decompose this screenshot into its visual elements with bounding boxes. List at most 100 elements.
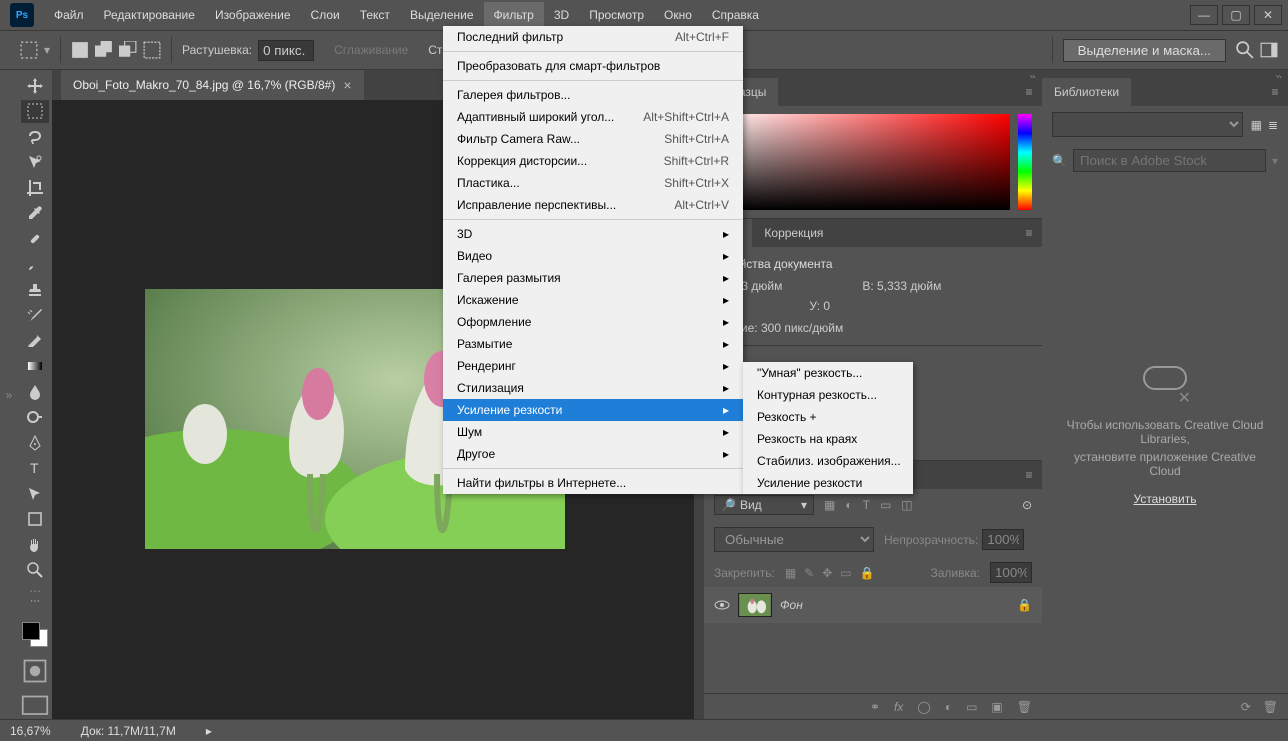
delete-icon[interactable]: 🗑 [1263, 700, 1278, 714]
menu-find-filters-online[interactable]: Найти фильтры в Интернете... [443, 472, 743, 494]
libraries-tab[interactable]: Библиотеки [1042, 78, 1131, 106]
menu-smart-convert[interactable]: Преобразовать для смарт-фильтров [443, 55, 743, 77]
list-view-icon[interactable]: ≣ [1268, 118, 1278, 132]
lock-all-icon[interactable]: 🔒 [860, 566, 875, 580]
quick-mask-icon[interactable] [21, 659, 49, 683]
window-maximize-button[interactable]: ▢ [1222, 5, 1250, 25]
submenu-sharpen-edges[interactable]: Резкость на краях [743, 428, 913, 450]
hue-strip[interactable] [1018, 114, 1032, 210]
hand-tool-icon[interactable] [21, 533, 49, 557]
dodge-tool-icon[interactable] [21, 406, 49, 430]
lock-pixels-icon[interactable]: ▦ [785, 566, 796, 580]
close-tab-icon[interactable]: × [343, 77, 351, 93]
layer-fx-icon[interactable]: fx [894, 700, 903, 714]
library-search-input[interactable] [1073, 149, 1266, 172]
menu-camera-raw[interactable]: Фильтр Camera Raw...Shift+Ctrl+A [443, 128, 743, 150]
new-layer-icon[interactable]: ▣ [991, 700, 1002, 714]
menu-render-submenu[interactable]: Рендеринг▸ [443, 355, 743, 377]
menu-sharpen-submenu[interactable]: Усиление резкости▸ [443, 399, 743, 421]
panel-menu-icon[interactable]: ≡ [1016, 78, 1042, 106]
menu-image[interactable]: Изображение [205, 2, 301, 28]
lock-position-icon[interactable]: ✥ [822, 566, 832, 580]
screen-mode-icon[interactable] [21, 695, 49, 719]
menu-stylize-submenu[interactable]: Стилизация▸ [443, 377, 743, 399]
menu-edit[interactable]: Редактирование [94, 2, 205, 28]
eyedropper-tool-icon[interactable] [21, 202, 49, 226]
submenu-shake-reduction[interactable]: Стабилиз. изображения... [743, 450, 913, 472]
menu-help[interactable]: Справка [702, 2, 769, 28]
window-minimize-button[interactable]: ― [1190, 5, 1218, 25]
layer-lock-icon[interactable]: 🔒 [1017, 598, 1032, 612]
filter-toggle-icon[interactable]: ⊙ [1022, 498, 1032, 512]
path-select-tool-icon[interactable] [21, 482, 49, 506]
submenu-smart-sharpen[interactable]: "Умная" резкость... [743, 362, 913, 384]
menu-pixelate-submenu[interactable]: Оформление▸ [443, 311, 743, 333]
menu-filter[interactable]: Фильтр [484, 2, 544, 28]
filter-shape-icon[interactable]: ▭ [880, 498, 891, 512]
healing-tool-icon[interactable] [21, 227, 49, 251]
panel-menu-icon[interactable]: ≡ [1016, 219, 1042, 247]
menu-view[interactable]: Просмотр [579, 2, 654, 28]
group-icon[interactable]: ▭ [966, 700, 977, 714]
lock-brush-icon[interactable]: ✎ [804, 566, 814, 580]
opacity-input[interactable] [982, 529, 1024, 550]
menu-layers[interactable]: Слои [301, 2, 350, 28]
feather-input[interactable] [258, 40, 314, 61]
edit-toolbar-icon[interactable]: ⋯ [21, 590, 49, 614]
gradient-tool-icon[interactable] [21, 355, 49, 379]
stamp-tool-icon[interactable] [21, 278, 49, 302]
correction-tab[interactable]: Коррекция [752, 219, 835, 247]
visibility-icon[interactable] [714, 597, 730, 613]
panel-menu-icon[interactable]: ≡ [1262, 78, 1288, 106]
blur-tool-icon[interactable] [21, 380, 49, 404]
layer-kind-select[interactable]: 🔎Вид▾ [714, 495, 814, 515]
layer-name[interactable]: Фон [780, 598, 803, 612]
menu-window[interactable]: Окно [654, 2, 702, 28]
color-swatches[interactable] [22, 622, 48, 647]
menu-file[interactable]: Файл [44, 2, 94, 28]
color-field[interactable] [714, 114, 1010, 210]
workspace-icon[interactable] [1260, 41, 1278, 59]
link-layers-icon[interactable]: ⚭ [870, 700, 880, 714]
zoom-level[interactable]: 16,67% [10, 724, 51, 738]
library-select[interactable] [1052, 112, 1243, 137]
pen-tool-icon[interactable] [21, 431, 49, 455]
chevron-down-icon[interactable]: ▾ [44, 43, 50, 57]
menu-other-submenu[interactable]: Другое▸ [443, 443, 743, 465]
menu-blur-gallery-submenu[interactable]: Галерея размытия▸ [443, 267, 743, 289]
intersect-selection-icon[interactable] [143, 41, 161, 59]
menu-distort-submenu[interactable]: Искажение▸ [443, 289, 743, 311]
zoom-tool-icon[interactable] [21, 559, 49, 583]
search-icon[interactable] [1236, 41, 1254, 59]
menu-liquify[interactable]: Пластика...Shift+Ctrl+X [443, 172, 743, 194]
blend-mode-select[interactable]: Обычные [714, 527, 874, 552]
new-selection-icon[interactable] [71, 41, 89, 59]
menu-wide-angle[interactable]: Адаптивный широкий угол...Alt+Shift+Ctrl… [443, 106, 743, 128]
menu-3d[interactable]: 3D [544, 2, 579, 28]
eraser-tool-icon[interactable] [21, 329, 49, 353]
fill-input[interactable] [990, 562, 1032, 583]
menu-video-submenu[interactable]: Видео▸ [443, 245, 743, 267]
menu-filter-gallery[interactable]: Галерея фильтров... [443, 84, 743, 106]
adjustment-layer-icon[interactable]: ◐ [945, 700, 952, 714]
select-and-mask-button[interactable]: Выделение и маска... [1063, 39, 1226, 62]
submenu-unsharp-mask[interactable]: Контурная резкость... [743, 384, 913, 406]
menu-blur-submenu[interactable]: Размытие▸ [443, 333, 743, 355]
chevron-right-icon[interactable]: ▸ [206, 724, 212, 738]
marquee-tool-icon[interactable] [21, 100, 49, 124]
install-link[interactable]: Установить [1134, 492, 1197, 506]
window-close-button[interactable]: ✕ [1254, 5, 1282, 25]
submenu-sharpen-more[interactable]: Резкость + [743, 406, 913, 428]
lasso-tool-icon[interactable] [21, 125, 49, 149]
filter-image-icon[interactable]: ▦ [824, 498, 835, 512]
move-tool-icon[interactable] [21, 74, 49, 98]
panel-menu-icon[interactable]: ≡ [1016, 461, 1042, 489]
filter-adjust-icon[interactable]: ◐ [845, 498, 852, 512]
grid-view-icon[interactable]: ▦ [1251, 118, 1262, 132]
cloud-sync-icon[interactable]: ⟳ [1241, 700, 1251, 714]
filter-smart-icon[interactable]: ◫ [901, 498, 912, 512]
menu-lens-correction[interactable]: Коррекция дисторсии...Shift+Ctrl+R [443, 150, 743, 172]
tool-expand-icon[interactable]: » [0, 70, 18, 719]
color-picker-panel[interactable] [704, 106, 1042, 218]
layer-mask-icon[interactable]: ◯ [917, 700, 930, 714]
